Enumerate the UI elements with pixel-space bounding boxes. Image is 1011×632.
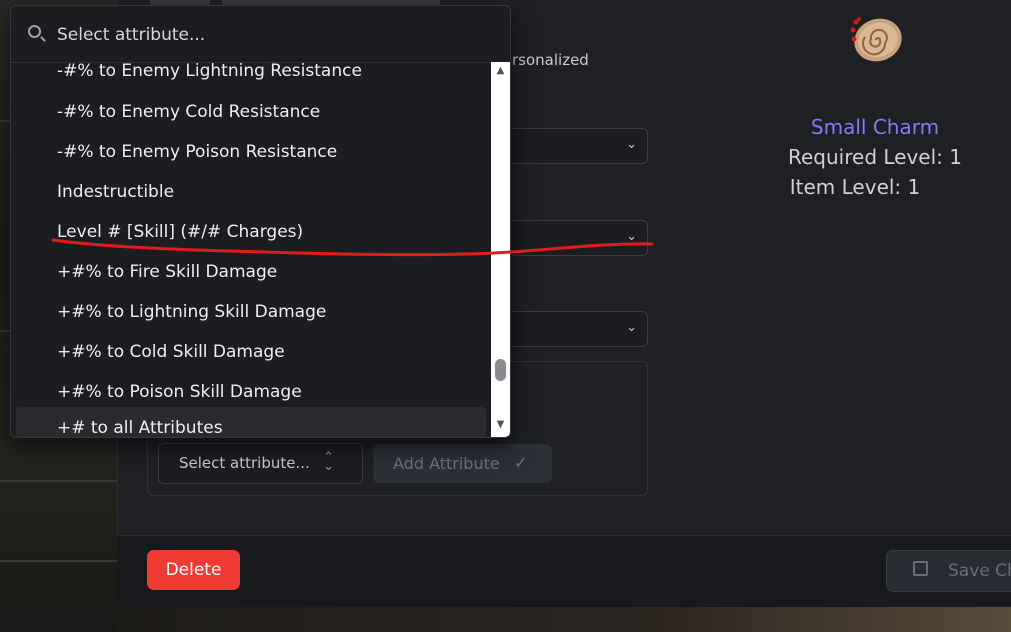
option-item[interactable]: +#% to Fire Skill Damage: [16, 259, 486, 299]
option-item[interactable]: -#% to Enemy Cold Resistance: [16, 99, 486, 139]
up-down-chevron-icon: ⌃ ⌄: [323, 450, 334, 474]
chevron-down-icon: ⌄: [626, 320, 637, 335]
attribute-dropdown: -#% to Enemy Lightning Resistance -#% to…: [10, 5, 511, 438]
small-charm-icon: [850, 17, 902, 62]
chevron-down-icon: ⌄: [626, 137, 637, 152]
game-background-bottom: [118, 606, 1011, 632]
search-icon: [28, 25, 41, 38]
delete-button[interactable]: Delete: [147, 550, 240, 590]
save-label: Save Ch: [948, 561, 1011, 581]
chevron-down-icon: ⌄: [626, 229, 637, 244]
dropdown-scrollbar[interactable]: ▲ ▼: [491, 62, 510, 437]
attribute-search-input[interactable]: [55, 21, 479, 49]
option-item[interactable]: -#% to Enemy Lightning Resistance: [16, 58, 486, 98]
save-icon: [913, 561, 928, 576]
options-list: -#% to Enemy Lightning Resistance -#% to…: [11, 58, 491, 437]
add-attribute-button[interactable]: Add Attribute ✓: [373, 444, 552, 483]
attribute-select-label: Select attribute...: [179, 454, 310, 472]
background-detail: [0, 560, 118, 562]
option-item[interactable]: Level # [Skill] (#/# Charges): [16, 219, 486, 259]
item-required-level: Required Level: 1: [788, 145, 962, 169]
option-item[interactable]: +#% to Lightning Skill Damage: [16, 299, 486, 339]
option-item[interactable]: Indestructible: [16, 179, 486, 219]
option-item[interactable]: +# to all Attributes: [16, 407, 486, 437]
option-item[interactable]: -#% to Enemy Poison Resistance: [16, 139, 486, 179]
dropdown-search: [11, 6, 510, 63]
save-changes-button[interactable]: Save Ch: [886, 550, 1011, 592]
scroll-down-arrow-icon[interactable]: ▼: [491, 419, 510, 430]
background-detail: [0, 480, 118, 482]
personalized-label: rsonalized: [512, 51, 589, 69]
scroll-up-arrow-icon[interactable]: ▲: [491, 65, 510, 76]
item-name: Small Charm: [810, 115, 940, 139]
option-item[interactable]: +#% to Cold Skill Damage: [16, 339, 486, 379]
check-icon: ✓: [514, 453, 528, 472]
item-level: Item Level: 1: [789, 175, 921, 199]
add-attribute-label: Add Attribute: [393, 454, 500, 473]
attribute-select[interactable]: Select attribute... ⌃ ⌄: [158, 443, 363, 484]
scroll-thumb[interactable]: [495, 359, 506, 381]
modal-footer: [117, 535, 1011, 607]
